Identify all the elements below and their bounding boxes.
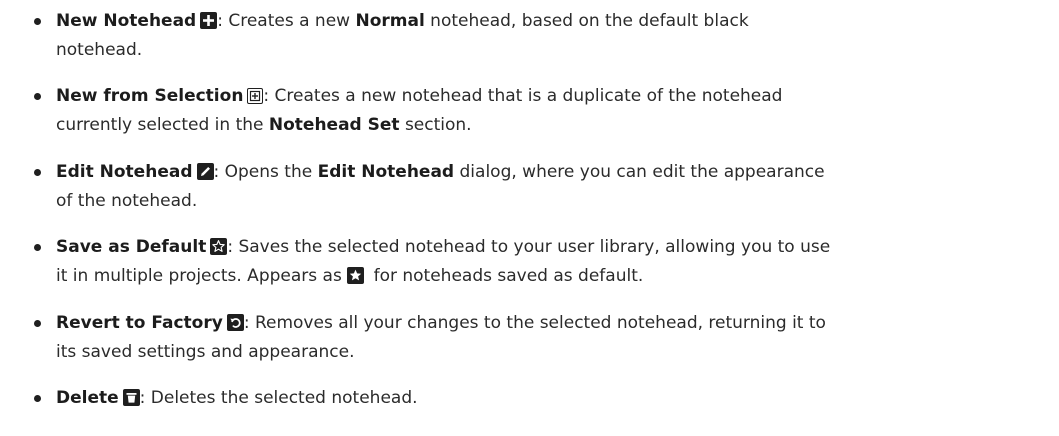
item-text: New Notehead: Creates a new Normal noteh… [56,11,749,60]
revert-icon [226,314,244,331]
pencil-icon [196,163,214,180]
bullet [34,169,41,176]
item-text: Revert to Factory: Removes all your chan… [56,313,826,362]
item-title: New Notehead [56,11,197,31]
bullet [34,395,41,402]
document: New Notehead: Creates a new Normal noteh… [0,0,1059,436]
item-text: Delete: Deletes the selected notehead. [56,388,418,408]
bullet [34,93,41,100]
item-text: New from Selection: Creates a new notehe… [56,86,783,135]
item-text: Edit Notehead: Opens the Edit Notehead d… [56,162,825,211]
plus-icon [200,12,218,29]
star-filled-icon [347,267,365,284]
bullet [34,18,41,25]
item-title: Save as Default [56,237,207,257]
item-title: New from Selection [56,86,244,106]
item-title: Edit Notehead [56,162,193,182]
star-outline-icon [210,238,228,255]
item-title: Delete [56,388,119,408]
bullet [34,244,41,251]
bullet [34,320,41,327]
item-text: Save as Default: Saves the selected note… [56,237,831,286]
item-title: Revert to Factory [56,313,223,333]
trash-icon [122,389,140,406]
new-from-selection-icon [247,88,264,104]
